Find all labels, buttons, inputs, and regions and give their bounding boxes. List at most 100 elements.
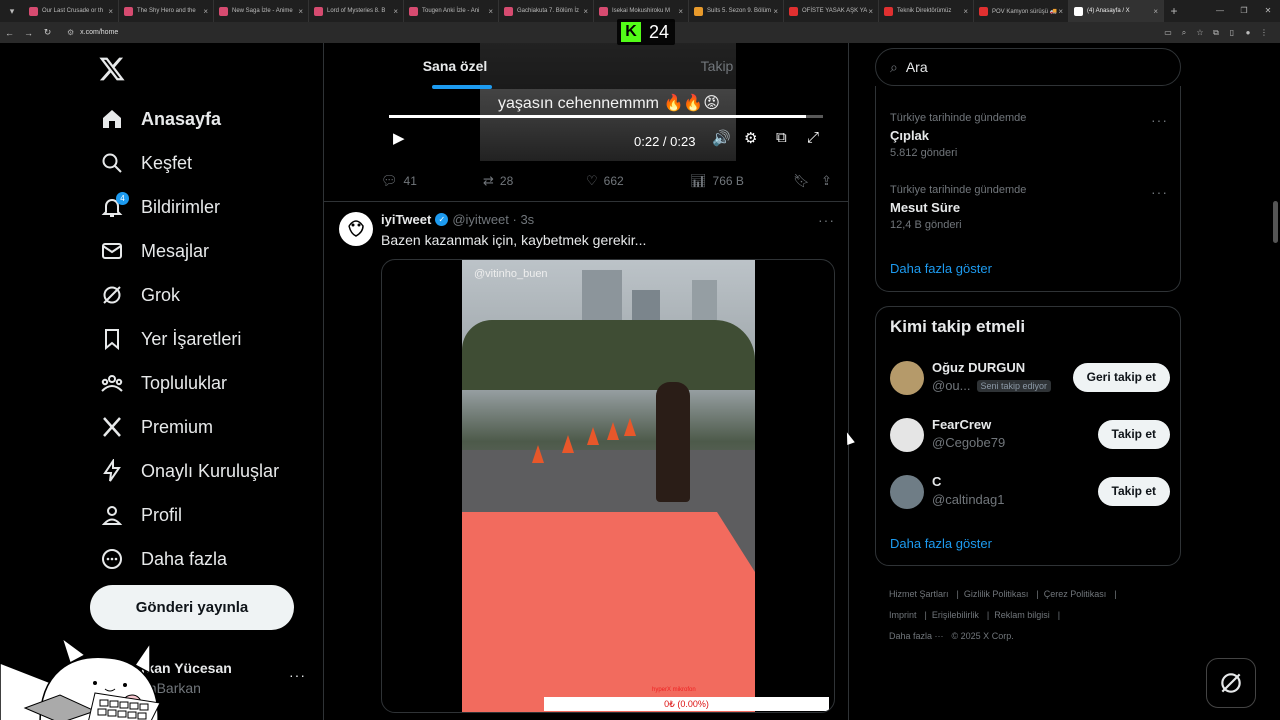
picture-in-picture-icon[interactable]: ⧉ (776, 129, 787, 146)
sidebar-item-grok[interactable]: Grok (97, 273, 279, 317)
cast-icon[interactable]: ▭ (1160, 28, 1176, 37)
profile-dot-icon[interactable]: ● (1240, 28, 1256, 37)
tab-close-icon[interactable]: × (773, 7, 778, 16)
wtf-show-more-link[interactable]: Daha fazla göster (890, 536, 992, 551)
follow-suggestion[interactable]: FearCrew @Cegobe79 Takip et (890, 415, 1170, 455)
red-carpet (462, 512, 755, 712)
sidebar-item-search[interactable]: Keşfet (97, 141, 279, 185)
fullscreen-icon[interactable]: ⤢ (807, 129, 819, 146)
tab-close-icon[interactable]: × (298, 7, 303, 16)
browser-tab[interactable]: Lord of Mysteries 8. B × (309, 0, 404, 22)
sidebar-item-lightning[interactable]: Onaylı Kuruluşlar (97, 449, 279, 493)
tab-for-you[interactable]: Sana özel (324, 43, 586, 89)
trend-more-icon[interactable]: ··· (1151, 184, 1168, 200)
browser-tab[interactable]: (4) Anasayfa / X × (1069, 0, 1164, 22)
grok-button[interactable] (1206, 658, 1256, 708)
browser-tab[interactable]: Our Last Crusade or th × (24, 0, 119, 22)
sidebar-item-x-premium[interactable]: Premium (97, 405, 279, 449)
account-more-icon[interactable]: ··· (289, 667, 306, 683)
page-scrollbar[interactable] (1270, 43, 1280, 720)
new-tab-button[interactable]: + (1164, 4, 1184, 18)
browser-tab[interactable]: OFİSTE YASAK AŞK YA × (784, 0, 879, 22)
close-window-icon[interactable]: ✕ (1256, 0, 1280, 22)
forward-icon[interactable]: → (19, 28, 38, 38)
tab-search-icon[interactable]: ▾ (0, 0, 24, 22)
video-progress-bar[interactable] (389, 115, 823, 118)
avatar[interactable] (890, 361, 924, 395)
back-icon[interactable]: ← (0, 28, 19, 38)
tab-close-icon[interactable]: × (1058, 7, 1063, 16)
volume-icon[interactable]: 🔊 (712, 129, 731, 147)
privacy-link[interactable]: Gizlilik Politikası (964, 589, 1029, 599)
avatar[interactable] (339, 212, 373, 246)
play-icon[interactable]: ▶ (393, 129, 405, 147)
footer-more-link[interactable]: Daha fazla ··· (889, 631, 944, 641)
cookies-link[interactable]: Çerez Politikası (1044, 589, 1107, 599)
follow-back-button[interactable]: Geri takip et (1072, 363, 1170, 392)
sidebar-item-more-circle[interactable]: Daha fazla (97, 537, 279, 581)
avatar[interactable] (890, 475, 924, 509)
minimize-icon[interactable]: — (1208, 0, 1232, 22)
tab-close-icon[interactable]: × (488, 7, 493, 16)
follow-suggestion[interactable]: Oğuz DURGUN @ou... Seni takip ediyor Geri… (890, 358, 1170, 398)
tab-close-icon[interactable]: × (1153, 7, 1158, 16)
reply-button[interactable]: 💬︎ 41 (381, 171, 417, 191)
trend-item[interactable]: Türkiye tarihinde gündemde Çıplak 5.812 … (890, 112, 1170, 159)
views-button[interactable]: 📊︎ 766 B (690, 171, 744, 191)
browser-tab[interactable]: Teknik Direktörümüz × (879, 0, 974, 22)
sidebar-item-mail[interactable]: Mesajlar (97, 229, 279, 273)
ads-info-link[interactable]: Reklam bilgisi (994, 610, 1050, 620)
scrollbar-thumb[interactable] (1273, 201, 1278, 243)
avatar[interactable] (890, 418, 924, 452)
tab-close-icon[interactable]: × (678, 7, 683, 16)
tab-close-icon[interactable]: × (583, 7, 588, 16)
browser-tab[interactable]: Tougen Anki İzle - Ani × (404, 0, 499, 22)
url-field[interactable]: ⚙ x.com/home (67, 28, 118, 37)
zoom-icon[interactable]: ⌕ (1176, 28, 1192, 38)
browser-menu-icon[interactable]: ⋮ (1256, 28, 1272, 37)
search-input[interactable]: ⌕ Ara (875, 48, 1181, 86)
tab-close-icon[interactable]: × (393, 7, 398, 16)
tab-close-icon[interactable]: × (963, 7, 968, 16)
terms-link[interactable]: Hizmet Şartları (889, 589, 949, 599)
trend-item[interactable]: Türkiye tarihinde gündemde Mesut Süre 12… (890, 184, 1170, 231)
accessibility-link[interactable]: Erişilebilirlik (932, 610, 979, 620)
follow-button[interactable]: Takip et (1097, 420, 1170, 449)
tweet-more-icon[interactable]: ··· (818, 212, 835, 228)
sidebar-item-person[interactable]: Profil (97, 493, 279, 537)
sidepanel-icon[interactable]: ▯ (1224, 28, 1240, 37)
trend-more-icon[interactable]: ··· (1151, 112, 1168, 128)
extensions-icon[interactable]: ⧉ (1208, 28, 1224, 38)
tab-close-icon[interactable]: × (868, 7, 873, 16)
browser-tab[interactable]: POV Kamyon sürüşü 🚚 × (974, 0, 1069, 22)
bookmark-star-icon[interactable]: ☆ (1192, 28, 1208, 37)
trends-show-more-link[interactable]: Daha fazla göster (890, 261, 992, 276)
share-button[interactable]: ⇪ (821, 171, 838, 191)
browser-tab[interactable]: Suits 5. Sezon 9. Bölüm × (689, 0, 784, 22)
sidebar-item-bell[interactable]: 4 Bildirimler (97, 185, 279, 229)
tab-close-icon[interactable]: × (108, 7, 113, 16)
tab-close-icon[interactable]: × (203, 7, 208, 16)
reload-icon[interactable]: ↻ (38, 27, 57, 38)
browser-tab[interactable]: The Shy Hero and the × (119, 0, 214, 22)
site-info-icon[interactable]: ⚙ (67, 28, 74, 37)
tweet-author-name[interactable]: iyiTweet (381, 212, 431, 227)
settings-gear-icon[interactable]: ⚙ (744, 129, 757, 147)
follow-button[interactable]: Takip et (1097, 477, 1170, 506)
repost-button[interactable]: ⇄ 28 (483, 171, 513, 191)
browser-tab[interactable]: New Saga İzle - Anime × (214, 0, 309, 22)
follow-suggestion[interactable]: C @caltindag1 Takip et (890, 472, 1170, 512)
like-button[interactable]: ♡ 662 (586, 171, 624, 191)
tweet-video[interactable]: @vitinho_buen hyperX mikrofon 0₺ (0.00%) (381, 259, 835, 713)
tweet-author-handle[interactable]: @iyitweet · 3s (452, 212, 534, 227)
tab-favicon-icon (979, 6, 988, 16)
sidebar-item-communities[interactable]: Topluluklar (97, 361, 279, 405)
imprint-link[interactable]: Imprint (889, 610, 917, 620)
maximize-icon[interactable]: ❐ (1232, 0, 1256, 22)
tab-following[interactable]: Takip (586, 43, 848, 89)
x-logo-icon[interactable] (98, 55, 128, 85)
sidebar-item-home[interactable]: Anasayfa (97, 97, 279, 141)
browser-tab[interactable]: Gachiakuta 7. Bölüm İz × (499, 0, 594, 22)
bookmark-button[interactable]: 🔖︎ (793, 171, 816, 191)
sidebar-item-bookmark[interactable]: Yer İşaretleri (97, 317, 279, 361)
